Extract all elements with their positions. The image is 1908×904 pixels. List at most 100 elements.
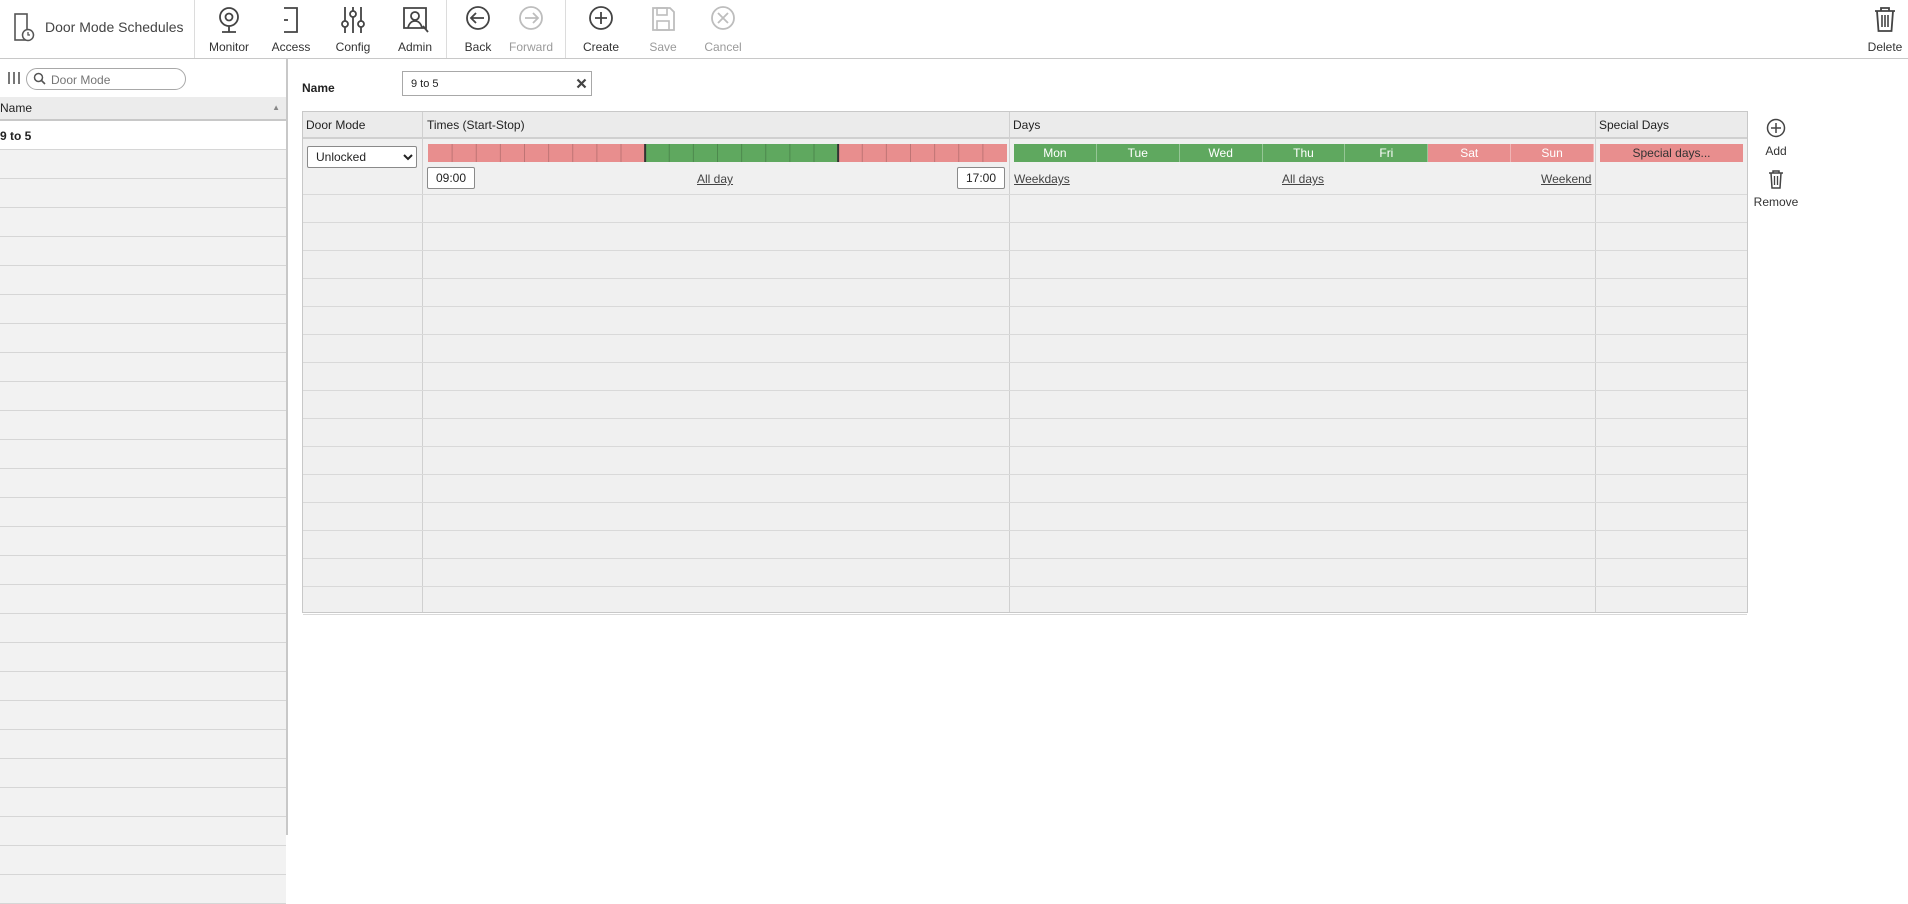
day-toggle-sat[interactable]: Sat bbox=[1428, 144, 1512, 162]
grid-row-divider bbox=[303, 306, 1747, 307]
grid-row-divider bbox=[303, 418, 1747, 419]
grid-row-divider bbox=[303, 502, 1747, 503]
save-label: Save bbox=[649, 40, 677, 54]
grid-header: Door Mode Times (Start-Stop) Days Specia… bbox=[303, 112, 1747, 139]
save-button[interactable]: Save bbox=[637, 0, 689, 58]
inactive-time-segment bbox=[428, 144, 646, 162]
door-schedule-icon bbox=[13, 13, 35, 46]
access-button[interactable]: Access bbox=[265, 0, 317, 58]
empty-list-row bbox=[0, 527, 286, 556]
empty-list-row bbox=[0, 150, 286, 179]
door-icon bbox=[275, 4, 307, 36]
sliders-icon bbox=[337, 4, 369, 36]
empty-list-row bbox=[0, 353, 286, 382]
empty-list-row bbox=[0, 701, 286, 730]
empty-list-row bbox=[0, 498, 286, 527]
columns-icon[interactable] bbox=[7, 71, 21, 88]
empty-list-row bbox=[0, 266, 286, 295]
empty-list-row bbox=[0, 324, 286, 353]
days-bar: Mon Tue Wed Thu Fri Sat Sun bbox=[1014, 144, 1595, 162]
app-title: Door Mode Schedules bbox=[45, 19, 184, 35]
grid-row-divider bbox=[303, 390, 1747, 391]
toolbar-separator bbox=[446, 0, 447, 58]
start-time-input[interactable] bbox=[427, 167, 475, 189]
monitor-button[interactable]: Monitor bbox=[203, 0, 255, 58]
day-toggle-mon[interactable]: Mon bbox=[1014, 144, 1097, 162]
plus-circle-icon bbox=[1765, 118, 1787, 142]
plus-circle-icon bbox=[585, 4, 617, 36]
create-label: Create bbox=[582, 40, 620, 54]
user-search-icon bbox=[399, 4, 431, 36]
grid-row-divider bbox=[303, 334, 1747, 335]
empty-list-row bbox=[0, 672, 286, 701]
day-toggle-tue[interactable]: Tue bbox=[1096, 144, 1180, 162]
top-toolbar: Door Mode Schedules Monitor Access Confi… bbox=[0, 0, 1908, 59]
empty-list-row bbox=[0, 730, 286, 759]
list-item[interactable]: 9 to 5 bbox=[0, 121, 286, 150]
left-panel: Name ▲ 9 to 5 bbox=[0, 59, 288, 904]
clear-icon[interactable] bbox=[576, 77, 587, 92]
empty-list-row bbox=[0, 440, 286, 469]
add-label: Add bbox=[1765, 144, 1787, 158]
list-header[interactable]: Name ▲ bbox=[0, 97, 286, 121]
grid-row-divider bbox=[303, 362, 1747, 363]
grid-row-divider bbox=[303, 194, 1747, 195]
forward-button[interactable]: Forward bbox=[505, 0, 557, 58]
schedule-grid: Door Mode Times (Start-Stop) Days Specia… bbox=[302, 111, 1748, 615]
all-days-link[interactable]: All days bbox=[1282, 172, 1324, 186]
inactive-time-segment bbox=[838, 144, 1007, 162]
grid-row-divider bbox=[303, 558, 1747, 559]
header-door-mode: Door Mode bbox=[306, 118, 366, 132]
list-item-name: 9 to 5 bbox=[0, 129, 32, 143]
back-arrow-icon bbox=[462, 4, 494, 36]
empty-list-row bbox=[0, 411, 286, 440]
name-field[interactable] bbox=[402, 71, 592, 96]
search-input[interactable] bbox=[49, 71, 183, 88]
grid-row-divider bbox=[303, 446, 1747, 447]
cancel-button[interactable]: Cancel bbox=[697, 0, 749, 58]
empty-list-row bbox=[0, 556, 286, 585]
remove-label: Remove bbox=[1753, 195, 1799, 209]
config-label: Config bbox=[335, 40, 371, 54]
admin-label: Admin bbox=[397, 40, 432, 54]
name-input[interactable] bbox=[409, 75, 573, 93]
config-button[interactable]: Config bbox=[327, 0, 379, 58]
grid-row-divider bbox=[303, 474, 1747, 475]
empty-list-row bbox=[0, 846, 286, 875]
close-circle-icon bbox=[707, 4, 739, 36]
create-button[interactable]: Create bbox=[575, 0, 627, 58]
grid-row-divider bbox=[303, 586, 1747, 587]
empty-list-row bbox=[0, 817, 286, 846]
monitor-label: Monitor bbox=[208, 40, 249, 54]
time-range-bar[interactable] bbox=[428, 144, 1007, 162]
delete-label: Delete bbox=[1867, 40, 1903, 54]
empty-list-row bbox=[0, 208, 286, 237]
search-row bbox=[0, 59, 286, 98]
name-label: Name bbox=[302, 81, 335, 95]
day-toggle-thu[interactable]: Thu bbox=[1262, 144, 1346, 162]
stop-time-input[interactable] bbox=[957, 167, 1005, 189]
add-button[interactable]: Add bbox=[1746, 117, 1806, 158]
toolbar-separator bbox=[565, 0, 566, 58]
day-toggle-sun[interactable]: Sun bbox=[1511, 144, 1595, 162]
empty-list-row bbox=[0, 382, 286, 411]
empty-list-row bbox=[0, 179, 286, 208]
special-days-button[interactable]: Special days... bbox=[1600, 144, 1743, 162]
empty-list-row bbox=[0, 788, 286, 817]
sort-ascending-icon: ▲ bbox=[272, 103, 280, 112]
delete-button[interactable]: Delete bbox=[1862, 0, 1908, 58]
door-mode-select[interactable]: Unlocked bbox=[307, 146, 417, 168]
weekend-link[interactable]: Weekend bbox=[1541, 172, 1591, 186]
empty-list-row bbox=[0, 295, 286, 324]
search-box[interactable] bbox=[26, 68, 186, 90]
remove-button[interactable]: Remove bbox=[1746, 168, 1806, 209]
list-header-name: Name bbox=[0, 101, 33, 115]
trash-icon bbox=[1765, 170, 1787, 193]
day-toggle-wed[interactable]: Wed bbox=[1179, 144, 1263, 162]
day-toggle-fri[interactable]: Fri bbox=[1345, 144, 1429, 162]
admin-button[interactable]: Admin bbox=[389, 0, 441, 58]
all-day-link[interactable]: All day bbox=[697, 172, 733, 186]
weekdays-link[interactable]: Weekdays bbox=[1014, 172, 1070, 186]
back-label: Back bbox=[464, 40, 492, 54]
back-button[interactable]: Back bbox=[455, 0, 501, 58]
